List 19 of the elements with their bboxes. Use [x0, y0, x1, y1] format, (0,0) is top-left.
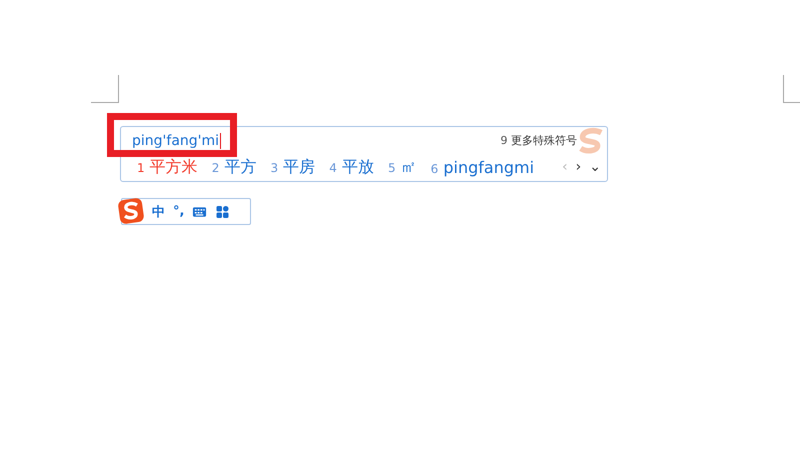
candidate-item[interactable]: 4 平放 — [329, 156, 374, 178]
sogou-logo-icon[interactable] — [118, 198, 144, 224]
logo-watermark-icon — [577, 127, 605, 155]
candidate-item[interactable]: 2 平方 — [212, 156, 256, 178]
candidate-item[interactable]: 3 平房 — [270, 156, 316, 178]
composition-text: ping'fang'mi — [132, 132, 220, 148]
punctuation-toggle[interactable]: °, — [173, 204, 184, 219]
text-cursor — [220, 132, 222, 148]
grid-menu-icon[interactable] — [215, 204, 230, 218]
candidate-item[interactable]: 1 平方米 — [137, 156, 198, 178]
margin-corner-mark — [91, 75, 119, 103]
keyboard-icon[interactable] — [192, 204, 208, 218]
margin-corner-mark — [783, 75, 800, 103]
input-mode-toggle[interactable]: 中 — [152, 202, 165, 220]
more-symbols-link[interactable]: 9 更多特殊符号 — [500, 133, 577, 148]
next-page-button[interactable]: › — [576, 159, 582, 175]
expand-button[interactable]: ⌄ — [589, 159, 601, 175]
candidate-item[interactable]: 5 ㎡ — [388, 156, 417, 178]
candidate-item[interactable]: 6 pingfangmi — [430, 158, 534, 176]
